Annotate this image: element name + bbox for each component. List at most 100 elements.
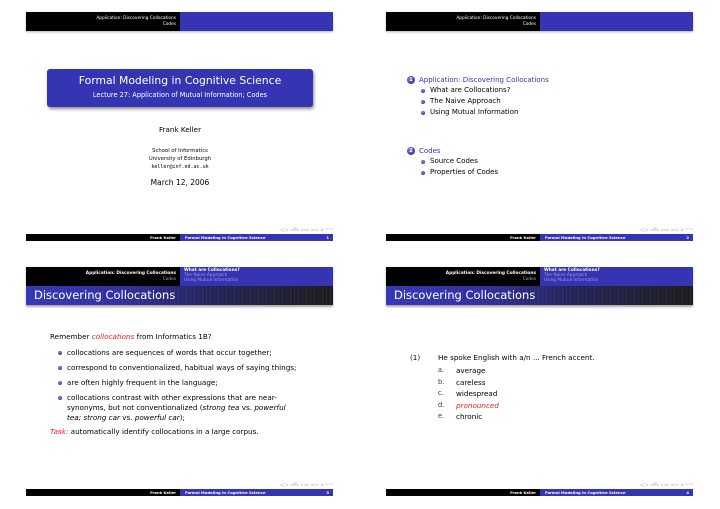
section-nav: Application: Discovering Collocations Co…	[386, 267, 540, 286]
page-number: 2	[686, 235, 689, 240]
list-item-text: collocations are sequences of words that…	[67, 348, 272, 357]
toc-subsection[interactable]: Using Mutual Information	[407, 107, 549, 118]
list-item: collocations contrast with other express…	[50, 393, 350, 423]
section-link[interactable]: Codes	[26, 277, 176, 283]
section-link[interactable]: Codes	[26, 22, 176, 28]
bullet-icon	[421, 110, 425, 115]
institute-line: School of Informatics	[152, 148, 208, 154]
intro-text: Remember collocations from Informatics 1…	[50, 332, 350, 341]
option-item: e. chronic	[438, 411, 595, 423]
footer-author: Frank Keller	[386, 234, 540, 241]
option-key: b.	[438, 377, 445, 386]
section-number-icon: 2	[407, 147, 415, 155]
institute-line: University of Edinburgh	[148, 155, 212, 162]
toc-subsection[interactable]: Properties of Codes	[407, 167, 549, 178]
section-nav: Application: Discovering Collocations Co…	[386, 12, 540, 31]
subsection-link[interactable]: Using Mutual Information	[184, 278, 329, 283]
beamer-nav-icons[interactable]: ◂□▸ ◂🗗▸ ◂≡▸ ◂≡▸ ≣ ↶↷	[280, 482, 333, 489]
text: automatically identify collocations in a…	[68, 427, 259, 436]
footer-bar: Frank Keller Formal Modeling in Cognitiv…	[26, 489, 333, 496]
subsection-nav: What are Collocations? The Naive Approac…	[540, 267, 693, 286]
bullet-icon	[421, 99, 425, 104]
option-item: b. careless	[438, 377, 595, 389]
list-item-text: are often highly frequent in the languag…	[67, 378, 218, 387]
header-navigation: Application: Discovering Collocations Co…	[386, 12, 693, 31]
footer-right: Formal Modeling in Cognitive Science 1	[180, 234, 333, 241]
bullet-icon	[58, 381, 62, 385]
text: vs.	[239, 403, 255, 412]
footer-author: Frank Keller	[26, 234, 180, 241]
toc-section[interactable]: 2 Codes	[407, 146, 549, 156]
option-item: a. average	[438, 365, 595, 377]
alert-text: collocations	[91, 332, 135, 341]
bullet-icon	[58, 366, 62, 370]
toc-section[interactable]: 1 Application: Discovering Collocations	[407, 75, 549, 85]
option-key: d.	[438, 400, 445, 409]
option-key: a.	[438, 366, 445, 374]
option-text: widespread	[456, 389, 498, 398]
subsection-nav	[180, 12, 333, 31]
toc-subsection[interactable]: What are Collocations?	[407, 85, 549, 96]
toc-subsection-label: Using Mutual Information	[430, 108, 519, 116]
italic-text: powerful car	[134, 413, 180, 422]
slide-2: Application: Discovering Collocations Co…	[360, 0, 720, 254]
footer-title: Formal Modeling in Cognitive Science	[545, 235, 626, 240]
toc-subsection[interactable]: Source Codes	[407, 156, 549, 167]
bullet-icon	[58, 396, 62, 400]
alert-text: Task:	[50, 427, 69, 436]
section-link[interactable]: Codes	[386, 277, 536, 283]
section-number-icon: 1	[407, 76, 415, 84]
option-item: d. pronounced	[438, 400, 595, 412]
header-navigation: Application: Discovering Collocations Co…	[386, 267, 693, 286]
text: Remember	[50, 332, 92, 341]
list-item: correspond to conventionalized, habitual…	[50, 363, 350, 373]
option-text: careless	[456, 377, 486, 387]
institute: School of Informatics University of Edin…	[0, 148, 360, 171]
date: March 12, 2006	[150, 178, 210, 187]
slide-content: (1) He spoke English with a/n ... French…	[410, 353, 595, 423]
footer-right: Formal Modeling in Cognitive Science 4	[540, 489, 693, 496]
frame-title: Discovering Collocations	[26, 286, 333, 305]
slide-1: Application: Discovering Collocations Co…	[0, 0, 360, 254]
header-navigation: Application: Discovering Collocations Co…	[26, 267, 333, 286]
page-number: 3	[326, 490, 329, 495]
footer-bar: Frank Keller Formal Modeling in Cognitiv…	[26, 234, 333, 241]
header-navigation: Application: Discovering Collocations Co…	[26, 12, 333, 31]
task-text: Task: automatically identify collocation…	[50, 427, 350, 436]
beamer-nav-icons[interactable]: ◂□▸ ◂🗗▸ ◂≡▸ ◂≡▸ ≣ ↶↷	[280, 227, 333, 234]
slide-content: Remember collocations from Informatics 1…	[50, 332, 350, 436]
section-link[interactable]: Codes	[386, 22, 536, 28]
email: keller@inf.ed.ac.uk	[151, 163, 209, 170]
beamer-nav-icons[interactable]: ◂□▸ ◂🗗▸ ◂≡▸ ◂≡▸ ≣ ↶↷	[640, 227, 693, 234]
beamer-nav-icons[interactable]: ◂□▸ ◂🗗▸ ◂≡▸ ◂≡▸ ≣ ↶↷	[640, 482, 693, 489]
option-text-highlighted: pronounced	[456, 400, 499, 410]
list-item: collocations are sequences of words that…	[50, 348, 350, 358]
author: Frank Keller	[158, 125, 202, 134]
table-of-contents: 1 Application: Discovering Collocations …	[407, 75, 549, 178]
text: from Informatics 1B?	[134, 332, 212, 341]
toc-subsection[interactable]: The Naive Approach	[407, 96, 549, 107]
option-item: c. widespread	[438, 388, 595, 400]
example-text: He spoke English with a/n ... French acc…	[438, 353, 595, 362]
subsection-nav: What are Collocations? The Naive Approac…	[180, 267, 333, 286]
slide-3: Application: Discovering Collocations Co…	[0, 255, 360, 509]
toc-subsection-label: The Naive Approach	[430, 97, 501, 105]
subsection-link[interactable]: Using Mutual Information	[544, 278, 689, 283]
footer-bar: Frank Keller Formal Modeling in Cognitiv…	[386, 234, 693, 241]
bullet-icon	[421, 88, 425, 93]
footer-right: Formal Modeling in Cognitive Science 3	[180, 489, 333, 496]
option-key: e.	[438, 412, 445, 420]
example-options: a. average b. careless c. widespread d. pronoun…	[438, 365, 595, 423]
list-item: are often highly frequent in the languag…	[50, 378, 350, 388]
presentation-subtitle: Lecture 27: Application of Mutual Inform…	[92, 91, 268, 99]
option-text: chronic	[456, 412, 483, 421]
bullet-icon	[421, 170, 425, 175]
subsection-nav	[540, 12, 693, 31]
italic-text: strong tea	[202, 403, 240, 412]
example-number: (1)	[410, 353, 421, 362]
text: );	[179, 413, 185, 422]
option-text: average	[456, 366, 486, 375]
text: vs.	[119, 413, 135, 422]
footer-title: Formal Modeling in Cognitive Science	[185, 490, 266, 495]
page-number: 4	[686, 490, 689, 495]
